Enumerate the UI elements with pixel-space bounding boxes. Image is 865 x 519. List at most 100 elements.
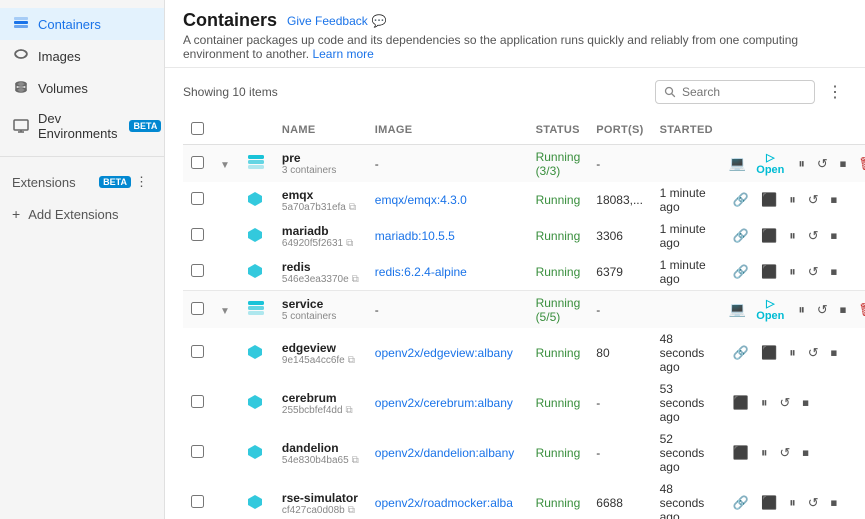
dandelion-image-link[interactable]: openv2x/dandelion:albany [375,446,514,460]
edgeview-terminal-button[interactable]: ⬛ [757,343,781,363]
cerebrum-terminal-button[interactable]: ⬛ [729,393,753,413]
rse-copy-icon[interactable]: ⧉ [348,505,355,516]
group-service-restart-button[interactable]: ↺ [813,300,832,320]
mariadb-actions: 🔗 ⬛ ⏸ ↺ ⏹ [721,218,865,254]
redis-pause-button[interactable]: ⏸ [785,262,800,282]
dandelion-stop-button[interactable]: ⏹ [798,443,813,463]
group-service-checkbox[interactable] [191,302,204,315]
emqx-image-link[interactable]: emqx/emqx:4.3.0 [375,193,467,207]
edgeview-pause-button[interactable]: ⏸ [785,343,800,363]
col-type-icon [238,116,274,145]
dandelion-pause-button[interactable]: ⏸ [757,443,772,463]
edgeview-stop-button[interactable]: ⏹ [827,343,842,363]
rse-open-browser-button[interactable]: 🔗 [729,493,753,513]
redis-stop-button[interactable]: ⏹ [827,262,842,282]
col-image-header: IMAGE [367,116,528,145]
emqx-terminal-button[interactable]: ⬛ [757,190,781,210]
cerebrum-expand [212,378,238,428]
select-all-checkbox[interactable] [191,122,204,135]
learn-more-link[interactable]: Learn more [312,47,373,61]
group-service-stop-button[interactable]: ⏹ [836,300,851,320]
emqx-expand [212,182,238,218]
group-pre-expand-arrow[interactable]: ▼ [220,160,230,171]
cerebrum-checkbox[interactable] [191,395,204,408]
edgeview-name: edgeview 9e145a4cc6fe ⧉ [274,328,367,378]
cube-icon-rse [246,493,264,511]
sidebar-item-volumes[interactable]: Volumes [0,72,164,104]
emqx-checkbox[interactable] [191,192,204,205]
emqx-image: emqx/emqx:4.3.0 [367,182,528,218]
edgeview-checkbox[interactable] [191,345,204,358]
dandelion-copy-icon[interactable]: ⧉ [352,455,359,466]
emqx-copy-icon[interactable]: ⧉ [349,202,356,213]
group-service-delete-button[interactable]: 🗑 [854,300,865,320]
rse-stop-button[interactable]: ⏹ [827,493,842,513]
extensions-more-button[interactable]: ⋮ [131,172,152,192]
mariadb-image-link[interactable]: mariadb:10.5.5 [375,229,455,243]
edgeview-restart-button[interactable]: ↺ [804,343,823,363]
cerebrum-image-link[interactable]: openv2x/cerebrum:albany [375,396,513,410]
group-pre-stop-button[interactable]: ⏹ [836,154,851,174]
sidebar-item-images[interactable]: Images [0,40,164,72]
cube-icon-cerebrum [246,393,264,411]
container-row-edgeview: edgeview 9e145a4cc6fe ⧉ openv2x/edgeview… [183,328,865,378]
redis-terminal-button[interactable]: ⬛ [757,262,781,282]
group-service-open-button[interactable]: ▷ Open [750,295,790,324]
search-input[interactable] [682,85,806,99]
emqx-open-browser-button[interactable]: 🔗 [729,190,753,210]
mariadb-stop-button[interactable]: ⏹ [827,226,842,246]
emqx-pause-button[interactable]: ⏸ [785,190,800,210]
rse-restart-button[interactable]: ↺ [804,493,823,513]
more-options-button[interactable]: ⋮ [823,78,847,106]
mariadb-checkbox[interactable] [191,228,204,241]
group-pre-delete-button[interactable]: 🗑 [854,154,865,174]
mariadb-copy-icon[interactable]: ⧉ [346,238,353,249]
extensions-section: Extensions BETA ⋮ [0,165,164,199]
col-checkbox [183,116,212,145]
redis-copy-icon[interactable]: ⧉ [352,274,359,285]
group-service-expand-arrow[interactable]: ▼ [220,306,230,317]
rse-checkbox[interactable] [191,495,204,508]
sidebar-item-dev-environments[interactable]: Dev Environments BETA [0,104,164,148]
vs-code-icon: 💻 [729,155,746,172]
sidebar-item-dev-environments-label: Dev Environments [38,111,117,141]
rse-terminal-button[interactable]: ⬛ [757,493,781,513]
redis-image-link[interactable]: redis:6.2.4-alpine [375,265,467,279]
edgeview-image-link[interactable]: openv2x/edgeview:albany [375,346,513,360]
mariadb-terminal-button[interactable]: ⬛ [757,226,781,246]
add-extensions-item[interactable]: + Add Extensions [0,199,164,229]
give-feedback-link[interactable]: Give Feedback 💬 [287,14,387,28]
edgeview-open-browser-button[interactable]: 🔗 [729,343,753,363]
cerebrum-copy-icon[interactable]: ⧉ [346,405,353,416]
cerebrum-stop-button[interactable]: ⏹ [798,393,813,413]
cerebrum-restart-button[interactable]: ↺ [776,393,795,413]
dandelion-terminal-button[interactable]: ⬛ [729,443,753,463]
containers-table: NAME IMAGE STATUS PORT(S) STARTED ▼ [183,116,865,519]
rse-pause-button[interactable]: ⏸ [785,493,800,513]
dandelion-checkbox[interactable] [191,445,204,458]
dandelion-restart-button[interactable]: ↺ [776,443,795,463]
group-service-actions: 💻 ▷ Open ⏸ ↺ ⏹ 🗑 [721,291,865,328]
group-pre-open-button[interactable]: ▷ Open [750,149,790,178]
group-pre-restart-button[interactable]: ↺ [813,154,832,174]
mariadb-name: mariadb 64920f5f2631 ⧉ [274,218,367,254]
edgeview-copy-icon[interactable]: ⧉ [348,355,355,366]
group-row-service: ▼ service 5 containers - Running (5/5) [183,291,865,328]
sidebar: Containers Images Volumes [0,0,165,519]
group-pre-pause-button[interactable]: ⏸ [794,154,809,174]
group-service-pause-button[interactable]: ⏸ [794,300,809,320]
sidebar-item-containers[interactable]: Containers [0,8,164,40]
mariadb-restart-button[interactable]: ↺ [804,226,823,246]
rse-image-link[interactable]: openv2x/roadmocker:alba [375,496,513,510]
emqx-stop-button[interactable]: ⏹ [827,190,842,210]
mariadb-open-browser-button[interactable]: 🔗 [729,226,753,246]
redis-checkbox[interactable] [191,264,204,277]
redis-open-browser-button[interactable]: 🔗 [729,262,753,282]
cerebrum-pause-button[interactable]: ⏸ [757,393,772,413]
mariadb-pause-button[interactable]: ⏸ [785,226,800,246]
redis-restart-button[interactable]: ↺ [804,262,823,282]
group-service-ports: - [588,291,651,328]
container-row-rse-simulator: rse-simulator cf427ca0d08b ⧉ openv2x/roa… [183,478,865,519]
emqx-restart-button[interactable]: ↺ [804,190,823,210]
group-pre-checkbox[interactable] [191,156,204,169]
